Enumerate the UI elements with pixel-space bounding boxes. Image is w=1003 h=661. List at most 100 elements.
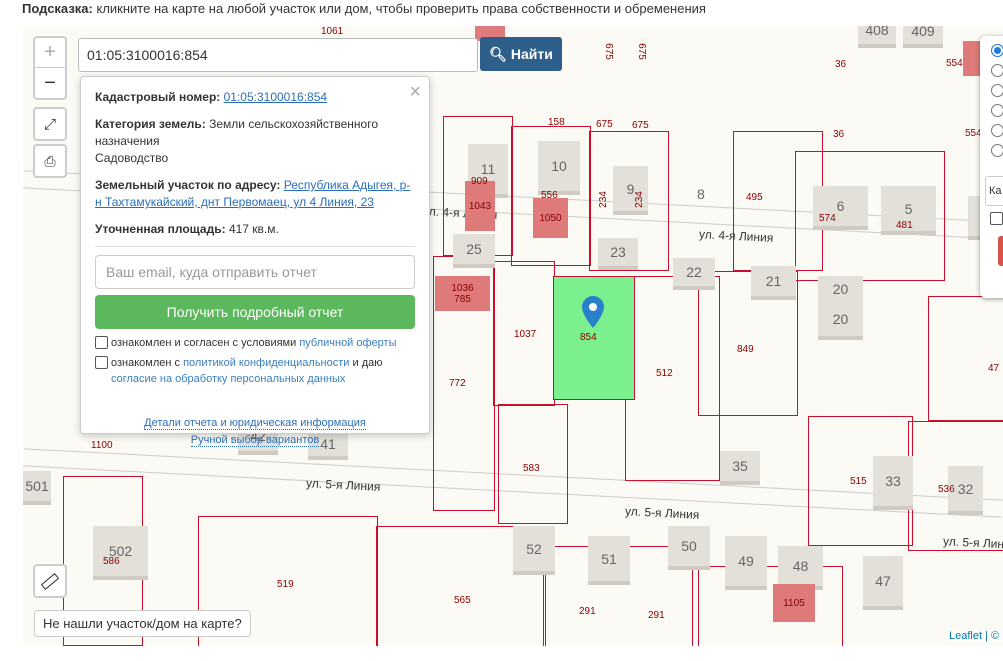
cadastral-label: Кадастровый номер: — [95, 90, 221, 104]
layer-radio[interactable] — [991, 64, 1003, 77]
parcel-number: 291 — [579, 606, 596, 617]
building: 51 — [588, 536, 630, 581]
building-red: 1105 — [773, 584, 815, 622]
layer-radio[interactable] — [991, 124, 1003, 137]
layer-input[interactable]: Ка — [985, 176, 1003, 206]
building-red: 1050 — [533, 198, 568, 238]
building: 408 — [858, 26, 896, 44]
hint-body: кликните на карте на любой участок или д… — [96, 1, 706, 16]
parcel-number: 536 — [938, 484, 955, 495]
zoom-control: + − — [33, 36, 67, 100]
building: 22 — [673, 258, 715, 286]
building: 35 — [720, 451, 760, 481]
hint-label: Подсказка: — [22, 1, 93, 16]
get-report-button[interactable]: Получить подробный отчет — [95, 295, 415, 329]
building: 501 — [23, 471, 51, 501]
land-use: Садоводство — [95, 151, 169, 165]
find-button[interactable]: 🔍︎ Найти — [480, 37, 562, 71]
hint-text: Подсказка: кликните на карте на любой уч… — [22, 1, 706, 17]
manual-select-link[interactable]: Ручной выбор вариантов — [190, 434, 320, 447]
leaflet-link[interactable]: Leaflet — [949, 630, 982, 642]
offer-link[interactable]: публичной оферты — [299, 337, 396, 349]
fullscreen-button[interactable]: ⤢ — [33, 107, 67, 141]
building: 48 — [778, 546, 823, 586]
parcel-number: 583 — [523, 463, 540, 474]
parcel-number: 565 — [454, 595, 471, 606]
cadastral-search-input[interactable] — [78, 38, 478, 72]
find-button-label: Найти — [510, 45, 553, 62]
parcel-number: 586 — [103, 556, 120, 567]
layer-action-button[interactable] — [998, 236, 1003, 266]
not-found-button[interactable]: Не нашли участок/дом на карте? — [34, 610, 251, 637]
building-red: 1036 785 — [435, 276, 490, 311]
cadastral-link[interactable]: 01:05:3100016:854 — [224, 90, 327, 104]
parcel-number: 554 — [946, 58, 963, 69]
address-label: Земельный участок по адресу: — [95, 178, 281, 192]
parcel-number: 772 — [449, 378, 466, 389]
agree-text: ознакомлен с — [111, 357, 184, 369]
parcel-number: 1036 — [451, 282, 474, 294]
area-label: Уточненная площадь: — [95, 222, 226, 236]
building: 25 — [453, 234, 495, 264]
building: 502 — [93, 526, 148, 576]
parcel-number: 1061 — [321, 26, 344, 37]
parcel-info-popup: × Кадастровый номер: 01:05:3100016:854 К… — [80, 76, 430, 447]
map-marker-icon[interactable] — [582, 296, 604, 328]
details-link[interactable]: Детали отчета и юридическая информация — [144, 417, 366, 430]
parcel-number: 785 — [454, 293, 471, 305]
parcel-number: 291 — [648, 610, 665, 621]
building: 49 — [725, 536, 767, 586]
search-icon: 🔍︎ — [489, 45, 507, 62]
parcel-number: 36 — [833, 129, 845, 140]
parcel-number: 675 — [632, 120, 649, 131]
building: 20 — [818, 301, 863, 336]
layer-radio[interactable] — [991, 144, 1003, 157]
building: 10 — [538, 141, 580, 191]
agree-text: ознакомлен и согласен с условиями — [111, 337, 300, 349]
street-label: ул. 5-я Линия — [305, 476, 381, 494]
layer-radio[interactable] — [991, 44, 1003, 57]
print-button[interactable]: ⎙ — [33, 144, 67, 178]
attribution: Leaflet | © — [946, 630, 1003, 642]
building: 50 — [668, 526, 710, 566]
building: 8 — [697, 186, 705, 202]
print-icon: ⎙ — [44, 152, 56, 169]
ruler-button[interactable] — [33, 564, 67, 598]
parcel-number: 675 — [602, 43, 614, 60]
parcel-number: 234 — [597, 191, 609, 208]
ruler-icon — [40, 572, 60, 590]
parcel-number: 515 — [850, 476, 867, 487]
privacy-checkbox[interactable] — [95, 356, 108, 369]
building: 409 — [903, 26, 943, 44]
parcel-number: 512 — [656, 368, 673, 379]
parcel-number: 574 — [819, 213, 836, 224]
close-icon[interactable]: × — [409, 81, 421, 104]
street-label: ул. 5-я Линия — [624, 504, 700, 522]
agree-text: и даю — [349, 357, 383, 369]
parcel-number: 854 — [580, 332, 597, 343]
zoom-out-button[interactable]: − — [35, 68, 65, 98]
building-red: 1043 — [465, 181, 495, 231]
parcel-number: 849 — [737, 344, 754, 355]
parcel-number: 47 — [988, 363, 1000, 374]
layers-panel: Ка — [980, 36, 1003, 298]
parcel-number: 234 — [633, 191, 645, 208]
consent-link[interactable]: согласие на обработку персональных данны… — [111, 373, 345, 385]
parcel-number: 158 — [548, 117, 565, 128]
parcel-number: 495 — [746, 192, 763, 203]
offer-checkbox[interactable] — [95, 336, 108, 349]
parcel-number: 1037 — [514, 329, 537, 340]
layer-checkbox[interactable] — [990, 212, 1003, 225]
layer-radio[interactable] — [991, 84, 1003, 97]
zoom-in-button[interactable]: + — [35, 38, 65, 68]
privacy-link[interactable]: политикой конфиденциальности — [183, 357, 349, 369]
email-input[interactable]: Ваш email, куда отправить отчет — [95, 255, 415, 289]
parcel-number: 675 — [596, 119, 613, 130]
layer-radio[interactable] — [991, 104, 1003, 117]
expand-icon: ⤢ — [43, 115, 56, 133]
parcel[interactable] — [928, 296, 1003, 421]
building: 20 — [818, 276, 863, 301]
area-value: 417 кв.м. — [228, 222, 279, 236]
parcel-number: 519 — [277, 579, 294, 590]
parcel-number: 909 — [471, 176, 488, 187]
